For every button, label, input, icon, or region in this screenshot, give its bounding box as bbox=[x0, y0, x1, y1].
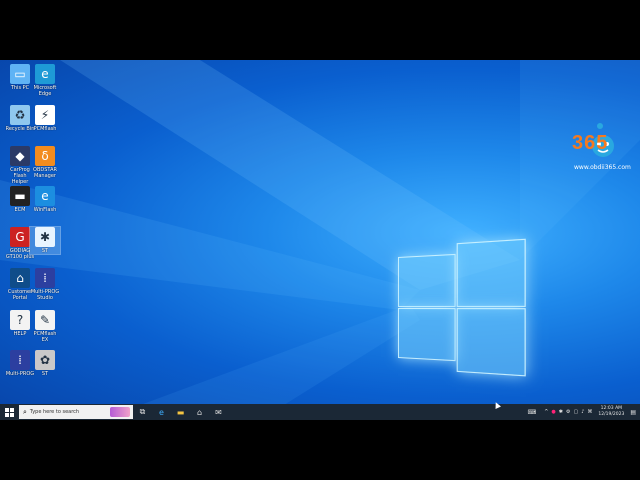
desktop-icon-label: Microsoft Edge bbox=[30, 85, 60, 97]
windows-start-icon bbox=[5, 408, 14, 417]
search-highlight-icon bbox=[110, 407, 130, 417]
help-icon: ? bbox=[10, 310, 30, 330]
desktop-icon[interactable]: δ OBDSTAR Manager bbox=[30, 146, 60, 179]
pcmflash-ex-icon: ✎ bbox=[35, 310, 55, 330]
system-tray: ⌨ ^ ● ✱ ⚙ ▢ ♪ ⌘ 12:03 AM 12/19/2023 ▤ bbox=[528, 404, 640, 420]
st-icon: ✱ bbox=[35, 227, 55, 247]
edge-icon: e bbox=[35, 64, 55, 84]
language-icon[interactable]: ⌘ bbox=[587, 409, 592, 415]
clock[interactable]: 12:03 AM 12/19/2023 bbox=[598, 406, 624, 418]
taskbar-search-box[interactable]: ⌕ Type here to search bbox=[19, 405, 133, 419]
search-icon: ⌕ bbox=[23, 408, 27, 417]
bluetooth-icon[interactable]: ✱ bbox=[559, 409, 563, 415]
recycle-bin-icon: ♻ bbox=[10, 105, 30, 125]
chevron-up-icon[interactable]: ^ bbox=[544, 409, 548, 415]
search-placeholder: Type here to search bbox=[30, 409, 79, 415]
keyboard-icon[interactable]: ⌨ bbox=[528, 409, 537, 416]
desktop-icon-label: ST bbox=[30, 371, 60, 377]
tool-icon: ✿ bbox=[35, 350, 55, 370]
start-button[interactable] bbox=[0, 404, 19, 420]
obdii365-watermark-logo: 365 www.obdii365.com bbox=[568, 122, 638, 174]
winflash-icon: e bbox=[35, 186, 55, 206]
multiprog-icon: ⁞ bbox=[10, 350, 30, 370]
tray-app-icon[interactable]: ● bbox=[551, 409, 555, 415]
task-view-icon[interactable]: ⧉ bbox=[133, 404, 152, 420]
computer-icon: ▭ bbox=[10, 64, 30, 84]
desktop-icon[interactable]: e WinFlash bbox=[30, 186, 60, 213]
pcmflash-icon: ⚡ bbox=[35, 105, 55, 125]
file-explorer-icon[interactable]: ▬ bbox=[171, 404, 190, 420]
settings-icon[interactable]: ⚙ bbox=[566, 409, 570, 415]
desktop-icon-label: ST bbox=[30, 248, 60, 254]
desktop-icon-label: PCMflash EX bbox=[30, 331, 60, 343]
desktop-icon-label: WinFlash bbox=[30, 207, 60, 213]
network-icon[interactable]: ▢ bbox=[573, 409, 578, 415]
brand-digits: 365 bbox=[572, 132, 608, 155]
mail-icon[interactable]: ✉ bbox=[209, 404, 228, 420]
obdstar-icon: δ bbox=[35, 146, 55, 166]
notification-icon[interactable]: ▤ bbox=[630, 409, 636, 416]
carprog-icon: ◆ bbox=[10, 146, 30, 166]
desktop-icon[interactable]: ⚡ PCMflash bbox=[30, 105, 60, 132]
taskbar: ⌕ Type here to search ⧉ e ▬ ⌂ ✉ ⌨ ^ ● ✱ … bbox=[0, 404, 640, 420]
desktop-icon-label: PCMflash bbox=[30, 126, 60, 132]
multiprog-studio-icon: ⁞ bbox=[35, 268, 55, 288]
desktop-icon[interactable]: ⁞ Multi-PROG Studio bbox=[30, 268, 60, 301]
ecm-icon: ▬ bbox=[10, 186, 30, 206]
wallpaper-light-beams bbox=[0, 60, 640, 420]
godiag-icon: G bbox=[10, 227, 30, 247]
desktop-icon-label: OBDSTAR Manager bbox=[30, 167, 60, 179]
volume-icon[interactable]: ♪ bbox=[581, 409, 584, 415]
desktop-icon[interactable]: e Microsoft Edge bbox=[30, 64, 60, 97]
portal-icon: ⌂ bbox=[10, 268, 30, 288]
desktop-icon-label: Multi-PROG Studio bbox=[30, 289, 60, 301]
desktop-icon[interactable]: ✱ ST bbox=[30, 227, 60, 254]
clock-date: 12/19/2023 bbox=[598, 412, 624, 418]
brand-site: www.obdii365.com bbox=[574, 164, 631, 171]
store-icon[interactable]: ⌂ bbox=[190, 404, 209, 420]
windows-logo-wallpaper bbox=[398, 239, 525, 375]
edge-taskbar-icon[interactable]: e bbox=[152, 404, 171, 420]
desktop[interactable]: ▭ This PC e Microsoft Edge ♻ Recycle Bin ⚡ PCMf… bbox=[0, 60, 640, 420]
desktop-icon[interactable]: ✎ PCMflash EX bbox=[30, 310, 60, 343]
desktop-icon[interactable]: ✿ ST bbox=[30, 350, 60, 377]
